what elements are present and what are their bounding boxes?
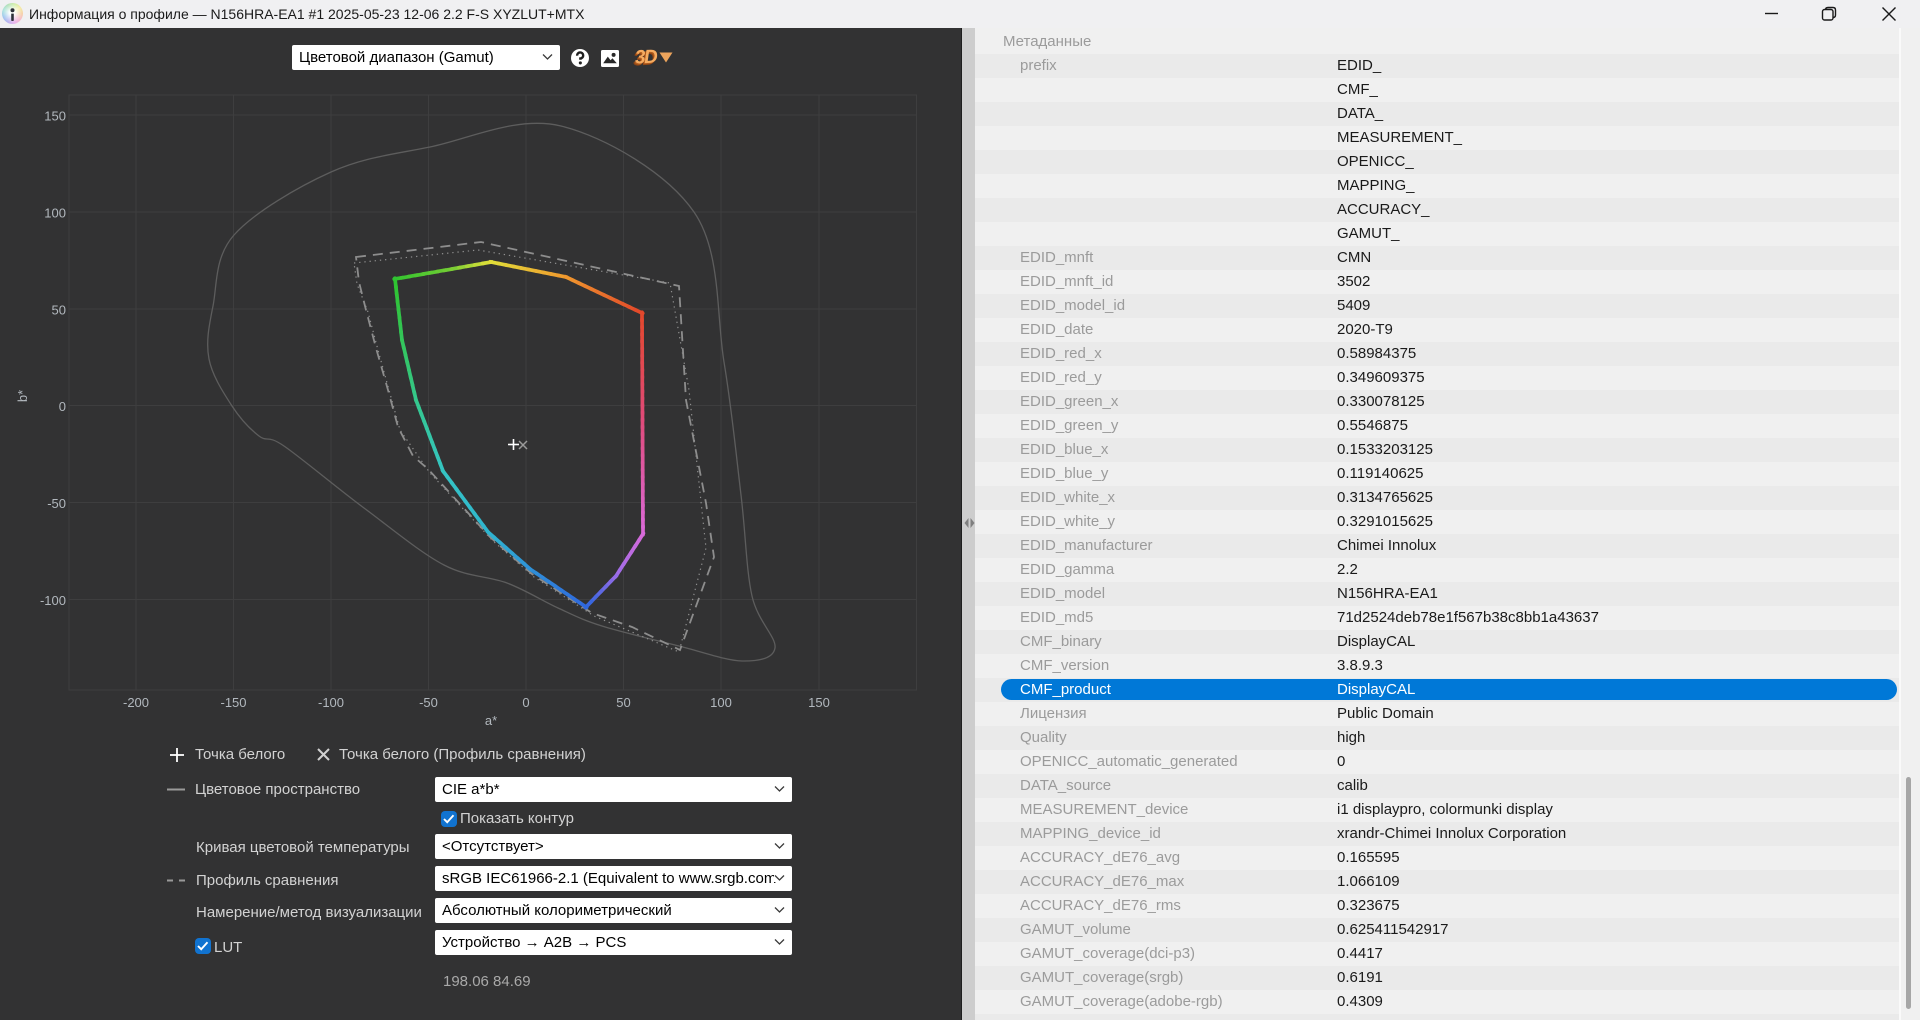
svg-text:0: 0 bbox=[59, 399, 66, 414]
svg-text:150: 150 bbox=[808, 695, 830, 710]
svg-text:-100: -100 bbox=[318, 695, 344, 710]
svg-text:b*: b* bbox=[15, 390, 30, 402]
svg-text:100: 100 bbox=[44, 206, 66, 221]
svg-text:50: 50 bbox=[52, 303, 66, 318]
svg-text:150: 150 bbox=[44, 109, 66, 124]
svg-text:-200: -200 bbox=[123, 695, 149, 710]
svg-text:50: 50 bbox=[616, 695, 630, 710]
svg-text:100: 100 bbox=[710, 695, 732, 710]
svg-text:0: 0 bbox=[522, 695, 529, 710]
svg-text:a*: a* bbox=[485, 713, 497, 728]
svg-text:-50: -50 bbox=[47, 496, 66, 511]
svg-text:-50: -50 bbox=[419, 695, 438, 710]
svg-text:-100: -100 bbox=[40, 593, 66, 608]
svg-text:-150: -150 bbox=[220, 695, 246, 710]
